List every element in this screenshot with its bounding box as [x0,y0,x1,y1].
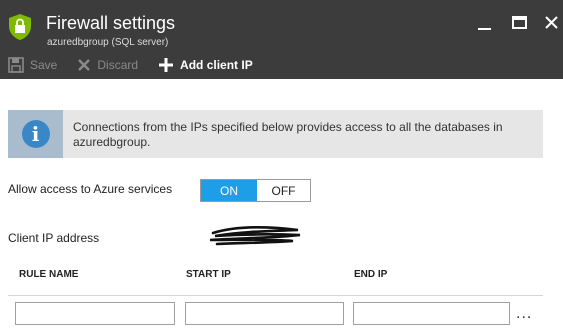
client-ip-label: Client IP address [8,231,100,245]
azure-access-toggle: ON OFF [200,179,311,202]
discard-icon [78,59,91,71]
save-button[interactable]: Save [8,54,57,76]
table-header-divider [8,295,543,296]
plus-icon [159,58,174,72]
info-icon-box: i [8,110,63,158]
minimize-button[interactable] [476,14,494,32]
add-client-ip-button[interactable]: Add client IP [158,54,253,76]
column-header-start-ip: START IP [186,269,231,280]
rule-name-input[interactable] [15,302,175,325]
save-label: Save [30,58,58,72]
toggle-off-option[interactable]: OFF [257,180,310,201]
column-header-rule-name: RULE NAME [19,269,79,280]
info-icon: i [21,120,50,148]
close-button[interactable] [543,14,561,32]
toggle-on-option[interactable]: ON [201,180,257,201]
save-icon [8,57,24,73]
azure-access-label: Allow access to Azure services [8,182,173,196]
info-banner: i Connections from the IPs specified bel… [8,110,543,158]
blade-title: Firewall settings [46,13,176,33]
blade-subtitle: azuredbgroup (SQL server) [47,37,169,48]
maximize-button[interactable] [511,14,529,32]
end-ip-input[interactable] [353,302,510,325]
blade-header: Firewall settings azuredbgroup (SQL serv… [0,0,563,79]
maximize-icon [512,16,527,29]
redacted-client-ip [209,226,301,246]
discard-button[interactable]: Discard [77,54,138,76]
shield-lock-icon [9,14,31,40]
minimize-icon [478,28,491,30]
column-header-end-ip: END IP [354,269,388,280]
discard-label: Discard [97,58,139,72]
start-ip-input[interactable] [185,302,344,325]
more-options-button[interactable]: ... [516,306,532,322]
add-client-ip-label: Add client IP [180,58,253,72]
info-text: Connections from the IPs specified below… [73,120,503,149]
command-bar: Save Discard Add client IP [0,54,265,76]
close-icon [545,16,558,29]
